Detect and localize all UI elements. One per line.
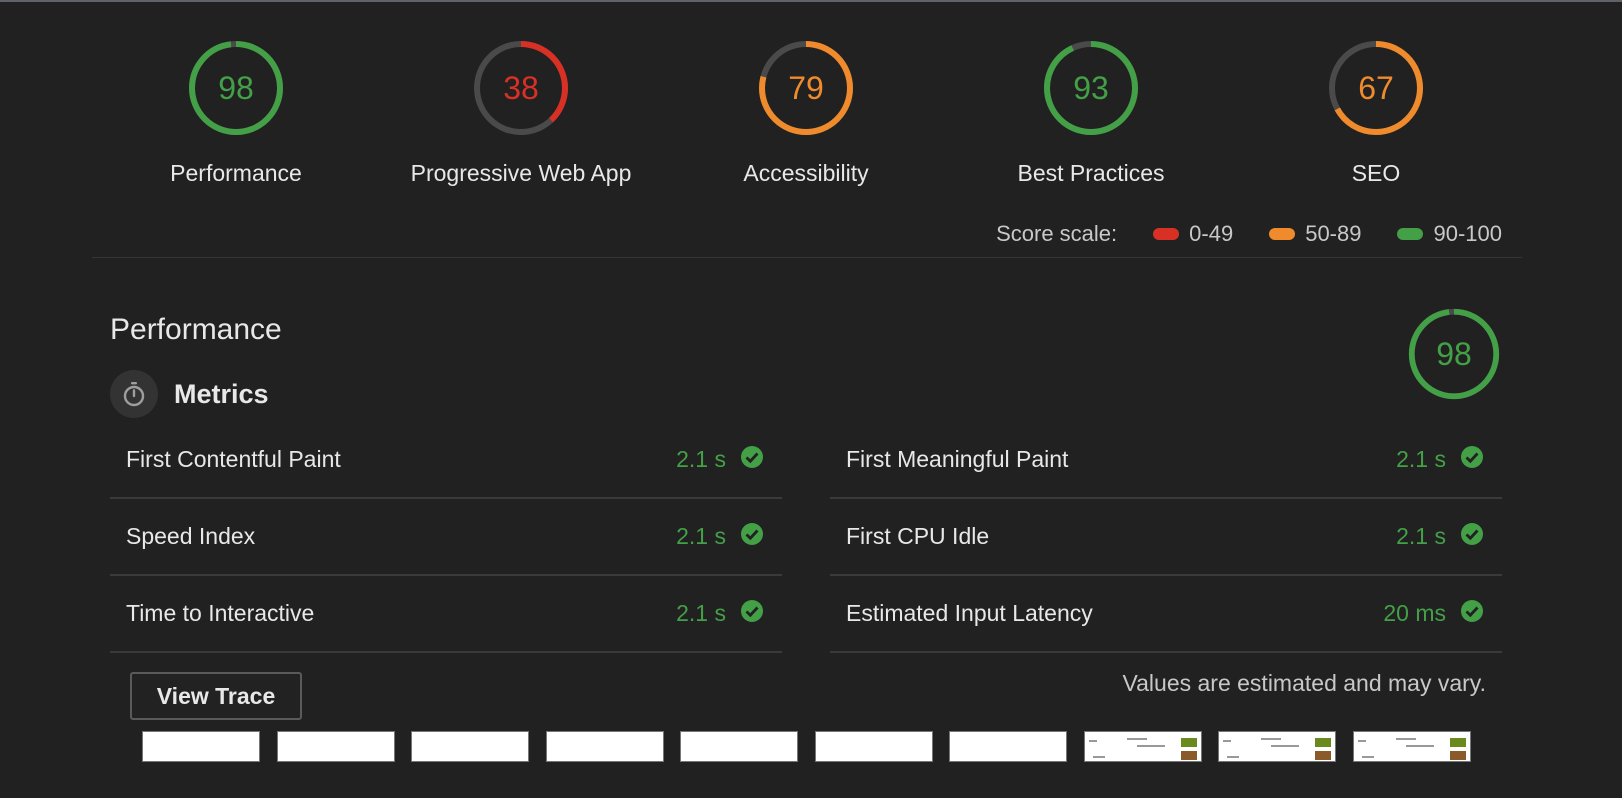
metric-speed-index: Speed Index 2.1 s <box>110 499 782 576</box>
gauge-progressive-web-app[interactable]: 38 Progressive Web App <box>391 38 651 187</box>
gauge-best-practices[interactable]: 93 Best Practices <box>961 38 1221 187</box>
filmstrip-frame <box>1218 731 1336 762</box>
filmstrip-frame <box>1352 731 1471 762</box>
metric-first-contentful-paint: First Contentful Paint 2.1 s <box>110 422 782 499</box>
gauge-score: 98 <box>218 70 254 106</box>
gauge-ring: 93 <box>1041 38 1141 138</box>
scale-pass-range: 90-100 <box>1433 221 1502 246</box>
pass-check-icon <box>1460 522 1484 551</box>
pass-check-icon <box>1460 599 1484 628</box>
metrics-column-right: First Meaningful Paint 2.1 s First CPU I… <box>830 422 1502 653</box>
gauge-performance[interactable]: 98 Performance <box>106 38 366 187</box>
category-gauges: 98 Performance 38 Progressive Web App 79… <box>0 38 1622 198</box>
gauge-label: Progressive Web App <box>410 160 632 186</box>
filmstrip-frame <box>276 731 395 762</box>
stopwatch-icon <box>110 370 158 418</box>
filmstrip-frame <box>545 731 664 762</box>
metric-value: 2.1 s <box>676 446 726 472</box>
gauge-label: Accessibility <box>743 160 869 186</box>
scale-pass-swatch <box>1397 228 1424 240</box>
pass-check-icon <box>740 599 764 628</box>
metric-value: 2.1 s <box>1396 523 1446 549</box>
metric-estimated-input-latency: Estimated Input Latency 20 ms <box>830 576 1502 653</box>
gauge-score: 93 <box>1073 70 1109 106</box>
metric-first-meaningful-paint: First Meaningful Paint 2.1 s <box>830 422 1502 499</box>
score-scale-label: Score scale: <box>996 221 1118 246</box>
pass-check-icon <box>740 522 764 551</box>
filmstrip-frame <box>814 731 933 762</box>
pass-check-icon <box>740 445 764 474</box>
gauge-score: 38 <box>503 70 539 106</box>
section-divider <box>92 257 1522 258</box>
metric-label: Time to Interactive <box>126 600 315 626</box>
gauge-ring: 98 <box>186 38 286 138</box>
filmstrip-frame <box>1083 731 1202 762</box>
scale-average-swatch <box>1269 228 1296 240</box>
performance-section-title: Performance <box>110 313 282 346</box>
filmstrip-frame <box>411 731 529 762</box>
gauge-accessibility[interactable]: 79 Accessibility <box>676 38 936 187</box>
metric-label: Estimated Input Latency <box>846 600 1093 626</box>
metrics-title: Metrics <box>174 378 269 409</box>
metric-value: 2.1 s <box>1396 446 1446 472</box>
metric-first-cpu-idle: First CPU Idle 2.1 s <box>830 499 1502 576</box>
metric-label: First CPU Idle <box>846 523 990 549</box>
estimate-disclaimer: Values are estimated and may vary. <box>1122 670 1487 696</box>
score-scale-legend: Score scale: 0-49 50-89 90-100 <box>996 219 1502 249</box>
metric-time-to-interactive: Time to Interactive 2.1 s <box>110 576 782 653</box>
gauge-seo[interactable]: 67 SEO <box>1246 38 1506 187</box>
metric-value: 2.1 s <box>676 523 726 549</box>
gauge-score: 67 <box>1358 70 1394 106</box>
scale-average-range: 50-89 <box>1305 221 1362 246</box>
metrics-header: Metrics <box>110 370 269 418</box>
metric-label: First Meaningful Paint <box>846 446 1069 472</box>
scale-fail-range: 0-49 <box>1189 221 1234 246</box>
metric-value: 2.1 s <box>676 600 726 626</box>
filmstrip-frame <box>142 731 260 762</box>
metric-label: First Contentful Paint <box>126 446 341 472</box>
gauge-ring: 38 <box>471 38 571 138</box>
pass-check-icon <box>1460 445 1484 474</box>
metric-label: Speed Index <box>126 523 256 549</box>
gauge-label: Performance <box>170 160 302 186</box>
window-top-border <box>0 0 1622 2</box>
gauge-ring: 79 <box>756 38 856 138</box>
filmstrip-frame <box>949 731 1067 762</box>
gauge-label: Best Practices <box>1017 160 1165 186</box>
performance-score: 98 <box>1436 336 1472 372</box>
filmstrip-frame <box>680 731 798 762</box>
scale-fail-swatch <box>1153 228 1180 240</box>
metrics-column-left: First Contentful Paint 2.1 s Speed Index… <box>110 422 782 653</box>
gauge-label: SEO <box>1351 160 1401 186</box>
metric-value: 20 ms <box>1383 600 1446 626</box>
view-trace-button[interactable]: View Trace <box>130 672 302 720</box>
performance-score-gauge: 98 <box>1406 306 1502 402</box>
gauge-score: 79 <box>788 70 824 106</box>
gauge-ring: 67 <box>1326 38 1426 138</box>
